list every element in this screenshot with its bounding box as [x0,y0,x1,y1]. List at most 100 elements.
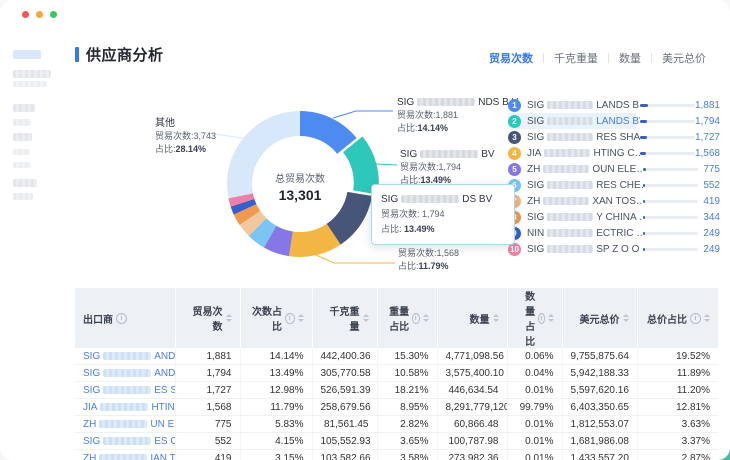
callout-title: SIGNDS B V [397,96,518,109]
column-header[interactable]: 出口商i [75,288,175,348]
sort-icon[interactable] [623,314,629,322]
sidebar-item[interactable] [13,149,30,155]
supplier-name: SIGSP Z O O [527,244,643,255]
ranking-progress-bar [640,152,695,155]
supplier-name: SIGRES CHE… [527,180,643,191]
supplier-name: ZHOUN ELE… [527,164,643,175]
ranking-value: 1,881 [695,100,720,111]
exporter-link[interactable]: ZHIAN TOS… [83,453,175,460]
minimize-button[interactable] [36,11,43,18]
supplier-table: 出口商i贸易次数次数占比i千克重量重量占比i数量数量占比i美元总价总价占比i S… [75,288,718,460]
redacted-text [547,117,593,125]
info-icon[interactable]: i [285,313,295,324]
tooltip-title: SIGDS BV [381,192,505,207]
table-cell: 1,881 [175,348,240,365]
ranking-item[interactable]: 5ZHOUN ELE…775 [508,161,720,177]
sort-icon[interactable] [363,314,369,322]
ranking-item[interactable]: 3SIGRES SHA…1,727 [508,129,720,145]
column-header[interactable]: 千克重量 [312,288,377,348]
column-header[interactable]: 贸易次数 [175,288,240,348]
table-cell: 2.82% [377,416,437,433]
ranking-item[interactable]: 10SIGSP Z O O249 [508,241,720,257]
exporter-cell: JIAHTING C… [75,399,175,416]
callout-other: 其他 贸易次数:3,743 占比:28.14% [155,117,216,156]
sort-icon[interactable] [298,314,304,322]
table-cell: 9,755,875.64 [562,348,637,365]
tab-trade-count[interactable]: 贸易次数 [479,50,543,66]
sort-icon[interactable] [423,314,429,322]
redacted-text [420,150,478,158]
ranking-value: 249 [698,244,720,255]
column-header[interactable]: 次数占比i [240,288,312,348]
table-cell: 12.81% [637,399,718,416]
table-cell: 3.65% [377,433,437,450]
table-cell: 6,403,350.65 [562,399,637,416]
info-icon[interactable]: i [116,313,127,324]
ranking-item[interactable]: 7ZHXAN TOS…419 [508,193,720,209]
sidebar-item-active[interactable] [13,50,41,59]
column-header[interactable]: 重量占比i [377,288,437,348]
table-cell: 12.98% [240,382,312,399]
tab-quantity[interactable]: 数量 [609,50,651,66]
tab-usd-total[interactable]: 美元总价 [652,50,716,66]
callout-title: SIGBV [400,148,495,161]
exporter-link[interactable]: SIGANDS BV [83,368,175,379]
table-cell: 1,433,557.20 [562,450,637,460]
column-header[interactable]: 数量 [437,288,507,348]
table-cell: 526,591.39 [312,382,377,399]
exporter-link[interactable]: SIGES SHA… [83,385,175,396]
sort-icon[interactable] [704,314,710,322]
supplier-ranking-list: 1SIGLANDS B V1,8812SIGLANDS BV1,7943SIGR… [508,97,720,257]
sidebar-item[interactable] [13,81,47,87]
sidebar-item[interactable] [13,133,32,141]
tab-kg-weight[interactable]: 千克重量 [544,50,608,66]
page-header: 供应商分析 [75,44,164,65]
table-row: ZHIAN TOS…4193.15%103,582.663.58%273,982… [75,450,718,460]
table-cell: 273,982.36 [437,450,507,460]
ranking-item[interactable]: 1SIGLANDS B V1,881 [508,97,720,113]
donut-chart-panel: 总贸易次数 13,301 其他 贸易次数:3,743 占比:28.14% SIG… [75,88,505,280]
info-icon[interactable]: i [690,313,701,324]
column-header[interactable]: 总价占比i [637,288,718,348]
donut-segment-11[interactable] [227,111,300,198]
sidebar-item[interactable] [13,179,37,187]
donut-segment-1[interactable] [300,111,357,154]
info-icon[interactable]: i [538,313,544,324]
sidebar-item[interactable] [13,104,35,112]
ranking-item[interactable]: 9NINECTRIC …249 [508,225,720,241]
supplier-name: SIGLANDS BV [527,116,640,127]
ranking-progress-bar [643,232,698,235]
exporter-cell: ZHIAN TOS… [75,450,175,460]
column-header[interactable]: 数量占比i [507,288,562,348]
maximize-button[interactable] [50,11,57,18]
callout-connector [316,255,395,263]
sidebar-item[interactable] [13,119,31,126]
ranking-item[interactable]: 6SIGRES CHE…552 [508,177,720,193]
ranking-value: 1,727 [695,132,720,143]
rank-badge: 4 [508,147,521,160]
info-icon[interactable]: i [412,313,419,324]
sort-icon[interactable] [493,314,499,322]
ranking-item[interactable]: 4JIAHTING C…1,568 [508,145,720,161]
ranking-progress-bar [640,136,695,139]
title-accent-bar [75,47,79,62]
ranking-value: 344 [698,212,720,223]
close-button[interactable] [22,11,29,18]
table-cell: 1,727 [175,382,240,399]
sort-icon[interactable] [548,314,554,322]
sort-icon[interactable] [226,314,232,322]
exporter-link[interactable]: JIAHTING C… [83,402,175,413]
sidebar-item[interactable] [13,193,33,200]
table-cell: 3,575,400.10 [437,365,507,382]
sidebar-item[interactable] [13,162,31,168]
exporter-link[interactable]: SIGANDS B V [83,351,175,362]
exporter-link[interactable]: ZHUN ELE… [83,419,175,430]
exporter-link[interactable]: SIGES CHE… [83,436,175,447]
ranking-item[interactable]: 8SIGY CHINA …344 [508,209,720,225]
rank-badge: 3 [508,131,521,144]
column-header[interactable]: 美元总价 [562,288,637,348]
supplier-name: SIGY CHINA … [527,212,643,223]
table-cell: 5,597,620.16 [562,382,637,399]
sidebar-item[interactable] [13,70,51,78]
ranking-item[interactable]: 2SIGLANDS BV1,794 [508,113,720,129]
